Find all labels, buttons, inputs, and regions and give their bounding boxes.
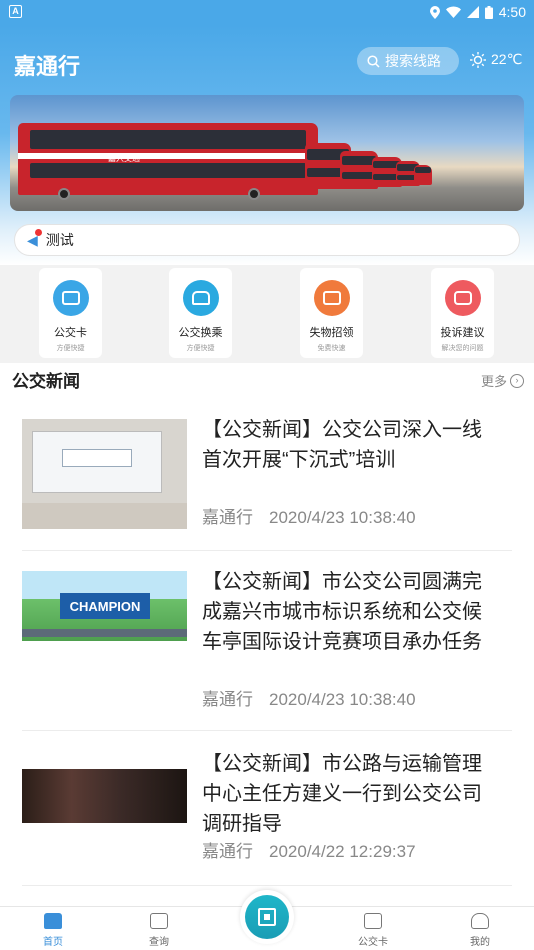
announcement-icon: ◀ <box>27 228 42 249</box>
temperature: 22℃ <box>491 51 523 67</box>
battery-icon <box>484 5 493 19</box>
service-sub: 免费快速 <box>317 345 346 352</box>
service-sub: 方便快捷 <box>186 345 215 352</box>
search-icon <box>367 54 380 68</box>
news-time: 2020/4/23 10:38:40 <box>269 690 416 709</box>
app-title: 嘉通行 <box>14 54 81 79</box>
clock: 4:50 <box>498 4 526 20</box>
service-transfer[interactable]: 公交换乘 方便快捷 <box>169 268 232 358</box>
card-icon <box>364 913 382 929</box>
search-label: 搜索线路 <box>385 53 441 69</box>
qr-code-icon <box>245 895 289 939</box>
news-title: 【公交新闻】市公交公司圆满完成嘉兴市城市标识系统和公交候车亭国际设计竞赛项目承办… <box>202 571 482 653</box>
user-icon <box>471 913 489 929</box>
service-label: 公交卡 <box>54 327 87 339</box>
news-source: 嘉通行 <box>202 508 253 527</box>
tab-home[interactable]: 首页 <box>23 911 83 948</box>
service-sub: 方便快捷 <box>56 345 85 352</box>
home-icon <box>44 913 62 929</box>
notice-text: 测试 <box>45 232 74 248</box>
news-meta: 嘉通行 2020/4/22 12:29:37 <box>202 837 416 862</box>
message-icon <box>444 280 481 316</box>
service-grid: 公交卡 方便快捷 公交换乘 方便快捷 失物招领 免费快速 投诉建议 解决您的问题 <box>0 265 534 363</box>
thumb-caption: CHAMPION <box>69 599 141 614</box>
banner-bus-text: 嘉兴交通 <box>108 154 140 163</box>
news-item[interactable]: CHAMPION 【公交新闻】市公交公司圆满完成嘉兴市城市标识系统和公交候车亭国… <box>22 551 512 731</box>
news-thumbnail <box>22 769 187 823</box>
tab-mine[interactable]: 我的 <box>450 911 510 948</box>
signal-icon <box>466 6 479 18</box>
audience <box>22 503 187 529</box>
service-label: 投诉建议 <box>440 327 485 339</box>
banner-bus-6 <box>414 165 432 185</box>
news-time: 2020/4/23 10:38:40 <box>269 508 416 527</box>
news-meta: 嘉通行 2020/4/23 10:38:40 <box>202 685 416 710</box>
chevron-right-icon: › <box>510 373 524 388</box>
bus-icon <box>182 280 219 316</box>
banner-image[interactable]: 嘉兴交通 <box>10 95 524 211</box>
notification-icon: A <box>9 5 22 18</box>
banner-bus: 嘉兴交通 <box>18 123 318 200</box>
tab-label: 查询 <box>149 937 169 948</box>
news-source: 嘉通行 <box>202 842 253 861</box>
status-icons: 4:50 <box>429 4 526 20</box>
service-bus-card[interactable]: 公交卡 方便快捷 <box>39 268 102 358</box>
news-title: 【公交新闻】公交公司深入一线 首次开展“下沉式”培训 <box>202 419 482 471</box>
service-lost-found[interactable]: 失物招领 免费快速 <box>300 268 363 358</box>
thumb-road <box>22 629 187 637</box>
service-complaint[interactable]: 投诉建议 解决您的问题 <box>431 268 494 358</box>
news-thumbnail: CHAMPION <box>22 571 187 641</box>
tab-label: 首页 <box>43 937 63 948</box>
tab-bus-card[interactable]: 公交卡 <box>343 911 403 948</box>
more-label: 更多 <box>480 374 507 389</box>
status-bar: A 4:50 <box>0 0 534 25</box>
service-sub: 解决您的问题 <box>441 345 484 352</box>
notice-bar[interactable]: ◀ 测试 <box>14 224 520 256</box>
tab-query[interactable]: 查询 <box>129 911 189 948</box>
news-thumbnail <box>22 419 187 529</box>
news-item[interactable]: 【公交新闻】市公路与运输管理中心主任方建义一行到公交公司调研指导 嘉通行 2020… <box>22 731 512 886</box>
more-news-link[interactable]: 更多 › <box>481 371 524 390</box>
box-icon <box>313 280 350 316</box>
service-label: 公交换乘 <box>178 327 223 339</box>
wifi-icon <box>445 6 461 18</box>
news-section-title: 公交新闻 <box>12 372 80 391</box>
location-icon <box>429 5 440 19</box>
weather[interactable]: 22℃ <box>470 51 522 68</box>
news-item[interactable]: 【公交新闻】公交公司深入一线 首次开展“下沉式”培训 嘉通行 2020/4/23 … <box>22 403 512 551</box>
slide-box <box>62 449 132 467</box>
news-section-header: 公交新闻 更多 › <box>0 363 534 393</box>
route-search-button[interactable]: 搜索线路 <box>357 47 459 75</box>
sun-icon <box>470 51 486 68</box>
card-icon <box>52 280 89 316</box>
tab-label: 公交卡 <box>358 937 388 948</box>
tab-label: 我的 <box>470 937 490 948</box>
qr-code-button[interactable] <box>240 890 294 944</box>
query-icon <box>150 913 168 929</box>
service-label: 失物招领 <box>309 327 354 339</box>
news-meta: 嘉通行 2020/4/23 10:38:40 <box>202 503 416 528</box>
news-title: 【公交新闻】市公路与运输管理中心主任方建义一行到公交公司调研指导 <box>202 753 482 835</box>
news-time: 2020/4/22 12:29:37 <box>269 842 416 861</box>
news-source: 嘉通行 <box>202 690 253 709</box>
